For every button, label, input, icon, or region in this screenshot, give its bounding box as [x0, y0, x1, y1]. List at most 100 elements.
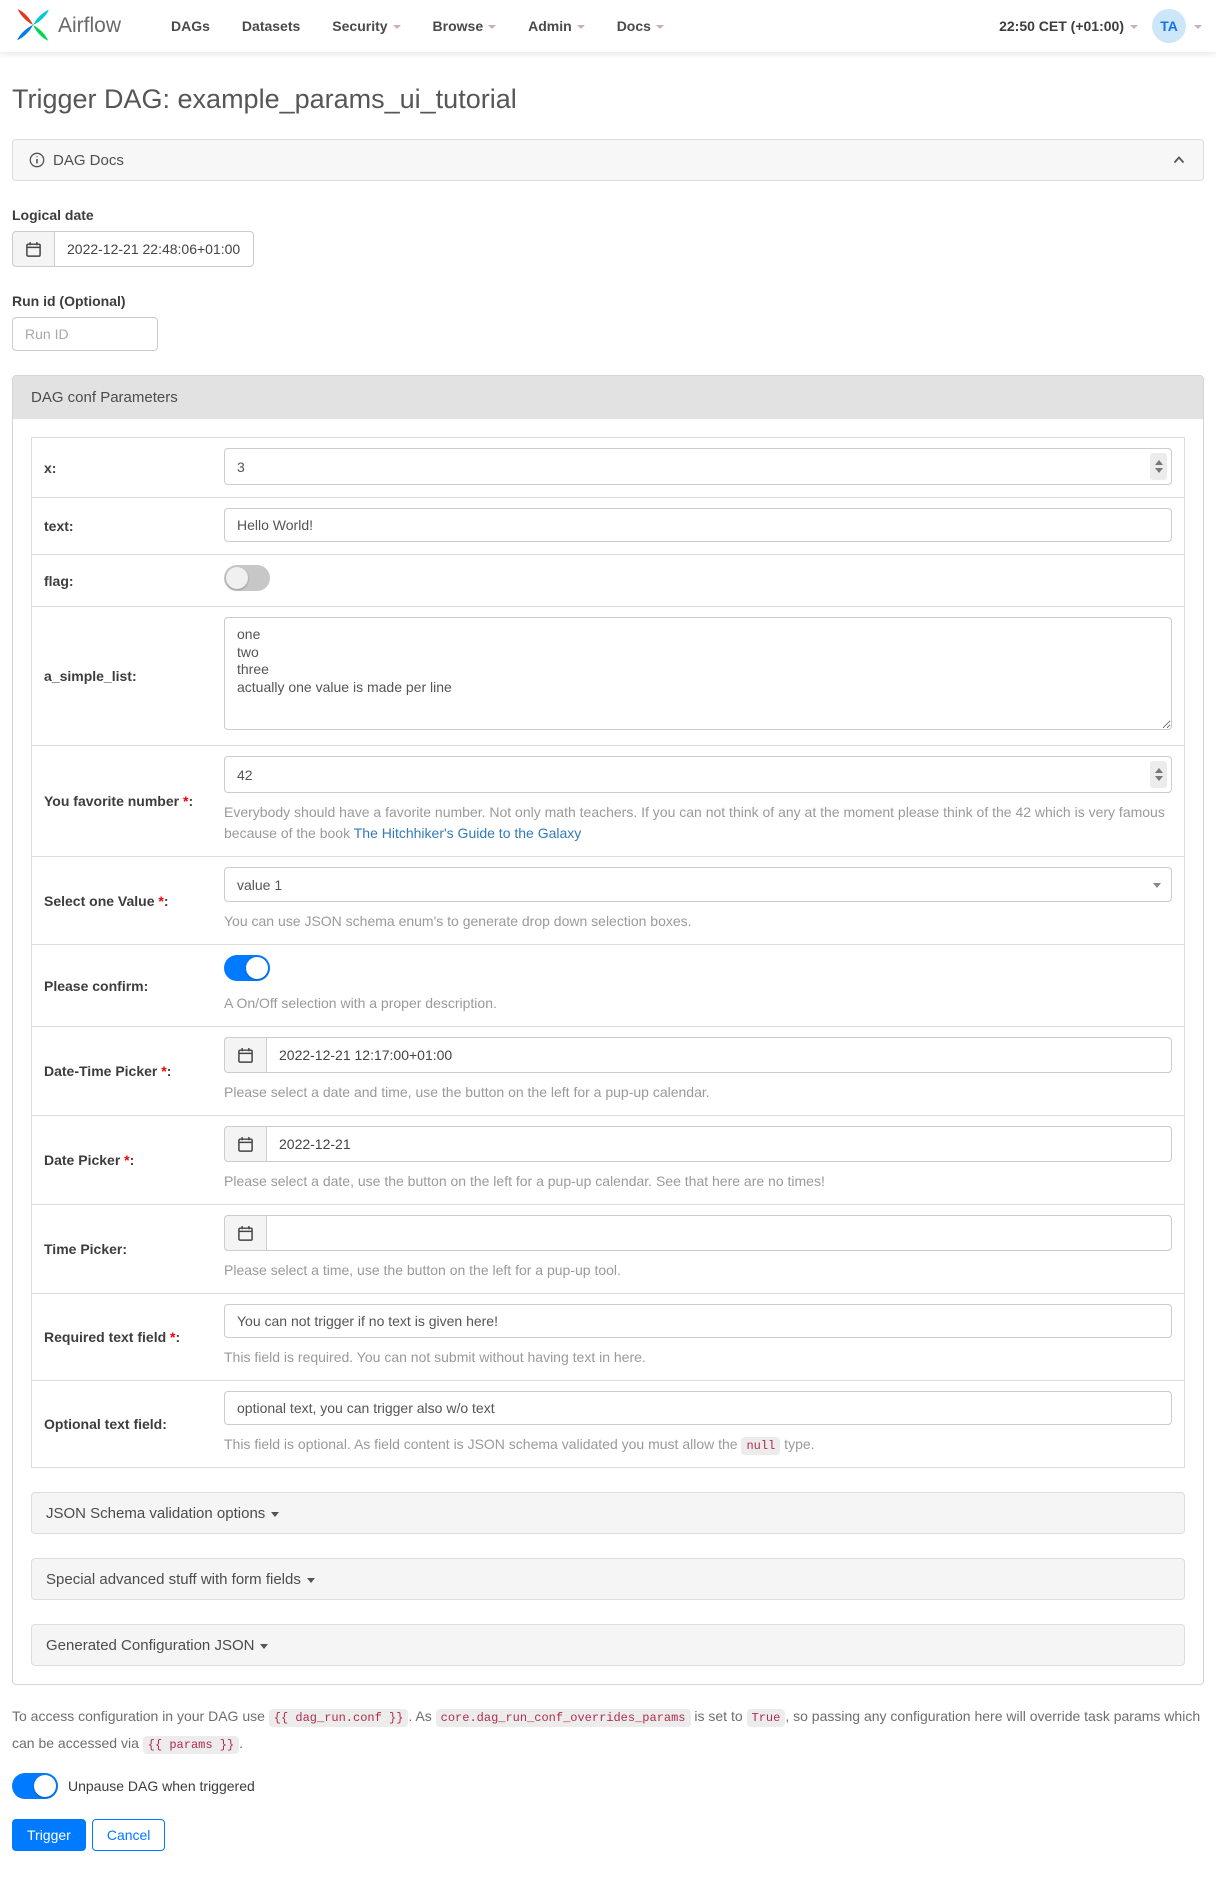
nav-item-label: DAGs — [171, 18, 210, 34]
number-spinner-icon[interactable] — [1150, 453, 1167, 480]
confirm-toggle[interactable] — [224, 955, 270, 981]
code-chip: null — [741, 1437, 780, 1455]
accordion-json-schema-options[interactable]: JSON Schema validation options — [31, 1492, 1185, 1534]
code-chip: core.dag_run_conf_overrides_params — [436, 1709, 691, 1727]
logical-date-input[interactable] — [54, 231, 254, 267]
param-row-favorite-number: You favorite number *: Everybody should … — [32, 746, 1184, 857]
code-chip: {{ params }} — [143, 1736, 239, 1754]
param-x-input[interactable] — [224, 448, 1172, 485]
hitchhiker-link[interactable]: The Hitchhiker's Guide to the Galaxy — [354, 825, 582, 841]
param-optional-text-input[interactable] — [224, 1391, 1172, 1425]
brand-name: Airflow — [58, 14, 121, 38]
selected-option: value 1 — [237, 877, 282, 893]
param-label: Time Picker: — [32, 1205, 212, 1293]
param-date-input[interactable] — [266, 1126, 1172, 1162]
param-description: Everybody should have a favorite number.… — [224, 802, 1172, 844]
calendar-icon-button[interactable] — [224, 1215, 266, 1251]
clock-text: 22:50 CET (+01:00) — [999, 18, 1124, 34]
accordion-special-advanced[interactable]: Special advanced stuff with form fields — [31, 1558, 1185, 1600]
param-label: x: — [32, 438, 212, 497]
unpause-toggle[interactable] — [12, 1773, 58, 1799]
param-label: flag: — [32, 555, 212, 606]
logical-date-label: Logical date — [12, 207, 1204, 223]
nav-item-dags[interactable]: DAGs — [171, 18, 210, 34]
main-content: Trigger DAG: example_params_ui_tutorial … — [0, 84, 1216, 1881]
param-label: Select one Value *: — [32, 857, 212, 944]
param-label: a_simple_list: — [32, 607, 212, 745]
chevron-up-icon — [1171, 152, 1187, 168]
user-menu[interactable]: TA — [1152, 9, 1202, 43]
calendar-icon-button[interactable] — [12, 231, 54, 267]
dag-conf-panel-title: DAG conf Parameters — [13, 376, 1203, 419]
param-row-x: x: — [32, 438, 1184, 498]
code-chip: {{ dag_run.conf }} — [269, 1709, 409, 1727]
param-description: This field is optional. As field content… — [224, 1434, 1172, 1455]
param-required-text-input[interactable] — [224, 1304, 1172, 1338]
unpause-row: Unpause DAG when triggered — [12, 1773, 1204, 1799]
dag-docs-label: DAG Docs — [53, 152, 124, 169]
airflow-logo-icon — [14, 6, 52, 47]
unpause-label: Unpause DAG when triggered — [68, 1778, 255, 1794]
number-spinner-icon[interactable] — [1150, 761, 1167, 788]
accordion-generated-json[interactable]: Generated Configuration JSON — [31, 1624, 1185, 1666]
run-id-input[interactable] — [12, 317, 158, 351]
param-row-select-value: Select one Value *: value 1 You can use … — [32, 857, 1184, 945]
page-title: Trigger DAG: example_params_ui_tutorial — [12, 84, 1204, 115]
param-row-confirm: Please confirm: A On/Off selection with … — [32, 945, 1184, 1027]
config-help-text: To access configuration in your DAG use … — [12, 1703, 1204, 1757]
param-row-time-picker: Time Picker: — [32, 1205, 1184, 1294]
caret-down-icon — [577, 25, 585, 29]
caret-down-icon — [260, 1644, 268, 1649]
calendar-icon-button[interactable] — [224, 1037, 266, 1073]
param-row-a-simple-list: a_simple_list: one two three actually on… — [32, 607, 1184, 746]
nav-item-label: Security — [332, 18, 387, 34]
flag-toggle[interactable] — [224, 565, 270, 591]
accordion-label: JSON Schema validation options — [46, 1505, 265, 1522]
param-description: Please select a time, use the button on … — [224, 1260, 1172, 1281]
caret-down-icon — [393, 25, 401, 29]
run-id-label: Run id (Optional) — [12, 293, 1204, 309]
avatar: TA — [1152, 9, 1186, 43]
param-a-simple-list-textarea[interactable]: one two three actually one value is made… — [224, 617, 1172, 730]
param-label: Date-Time Picker *: — [32, 1027, 212, 1115]
nav-item-browse[interactable]: Browse — [433, 18, 497, 34]
dag-docs-accordion[interactable]: DAG Docs — [12, 139, 1204, 181]
accordion-label: Generated Configuration JSON — [46, 1637, 254, 1654]
param-favorite-number-input[interactable] — [224, 756, 1172, 793]
calendar-icon-button[interactable] — [224, 1126, 266, 1162]
param-row-required-text: Required text field *: This field is req… — [32, 1294, 1184, 1381]
param-row-flag: flag: — [32, 555, 1184, 607]
nav-item-label: Browse — [433, 18, 484, 34]
nav-item-label: Datasets — [242, 18, 300, 34]
airflow-brand[interactable]: Airflow — [14, 6, 121, 47]
nav-item-datasets[interactable]: Datasets — [242, 18, 300, 34]
param-label: Optional text field: — [32, 1381, 212, 1467]
param-text-input[interactable] — [224, 508, 1172, 542]
nav-item-docs[interactable]: Docs — [617, 18, 664, 34]
param-label: text: — [32, 498, 212, 554]
param-description: Please select a date and time, use the b… — [224, 1082, 1172, 1103]
code-chip: True — [747, 1709, 786, 1727]
param-row-date-picker: Date Picker *: — [32, 1116, 1184, 1205]
param-description: A On/Off selection with a proper descrip… — [224, 993, 1172, 1014]
cancel-button[interactable]: Cancel — [92, 1819, 166, 1851]
param-row-optional-text: Optional text field: This field is optio… — [32, 1381, 1184, 1467]
param-row-datetime-picker: Date-Time Picker *: — [32, 1027, 1184, 1116]
navbar-right: 22:50 CET (+01:00) TA — [999, 9, 1202, 43]
trigger-button[interactable]: Trigger — [12, 1819, 86, 1851]
param-datetime-input[interactable] — [266, 1037, 1172, 1073]
accordion-label: Special advanced stuff with form fields — [46, 1571, 301, 1588]
timezone-selector[interactable]: 22:50 CET (+01:00) — [999, 18, 1138, 34]
dag-conf-panel-body: x: text: — [13, 419, 1203, 1684]
caret-down-icon — [307, 1578, 315, 1583]
param-description: This field is required. You can not subm… — [224, 1347, 1172, 1368]
page: Airflow DAGs Datasets Security Browse Ad… — [0, 0, 1216, 1881]
nav-item-security[interactable]: Security — [332, 18, 400, 34]
caret-down-icon — [488, 25, 496, 29]
param-time-input[interactable] — [266, 1215, 1172, 1251]
dag-conf-panel: DAG conf Parameters x: — [12, 375, 1204, 1685]
select-caret-icon — [1153, 883, 1161, 888]
param-label: Date Picker *: — [32, 1116, 212, 1204]
param-select-value-dropdown[interactable]: value 1 — [224, 867, 1172, 902]
nav-item-admin[interactable]: Admin — [528, 18, 585, 34]
